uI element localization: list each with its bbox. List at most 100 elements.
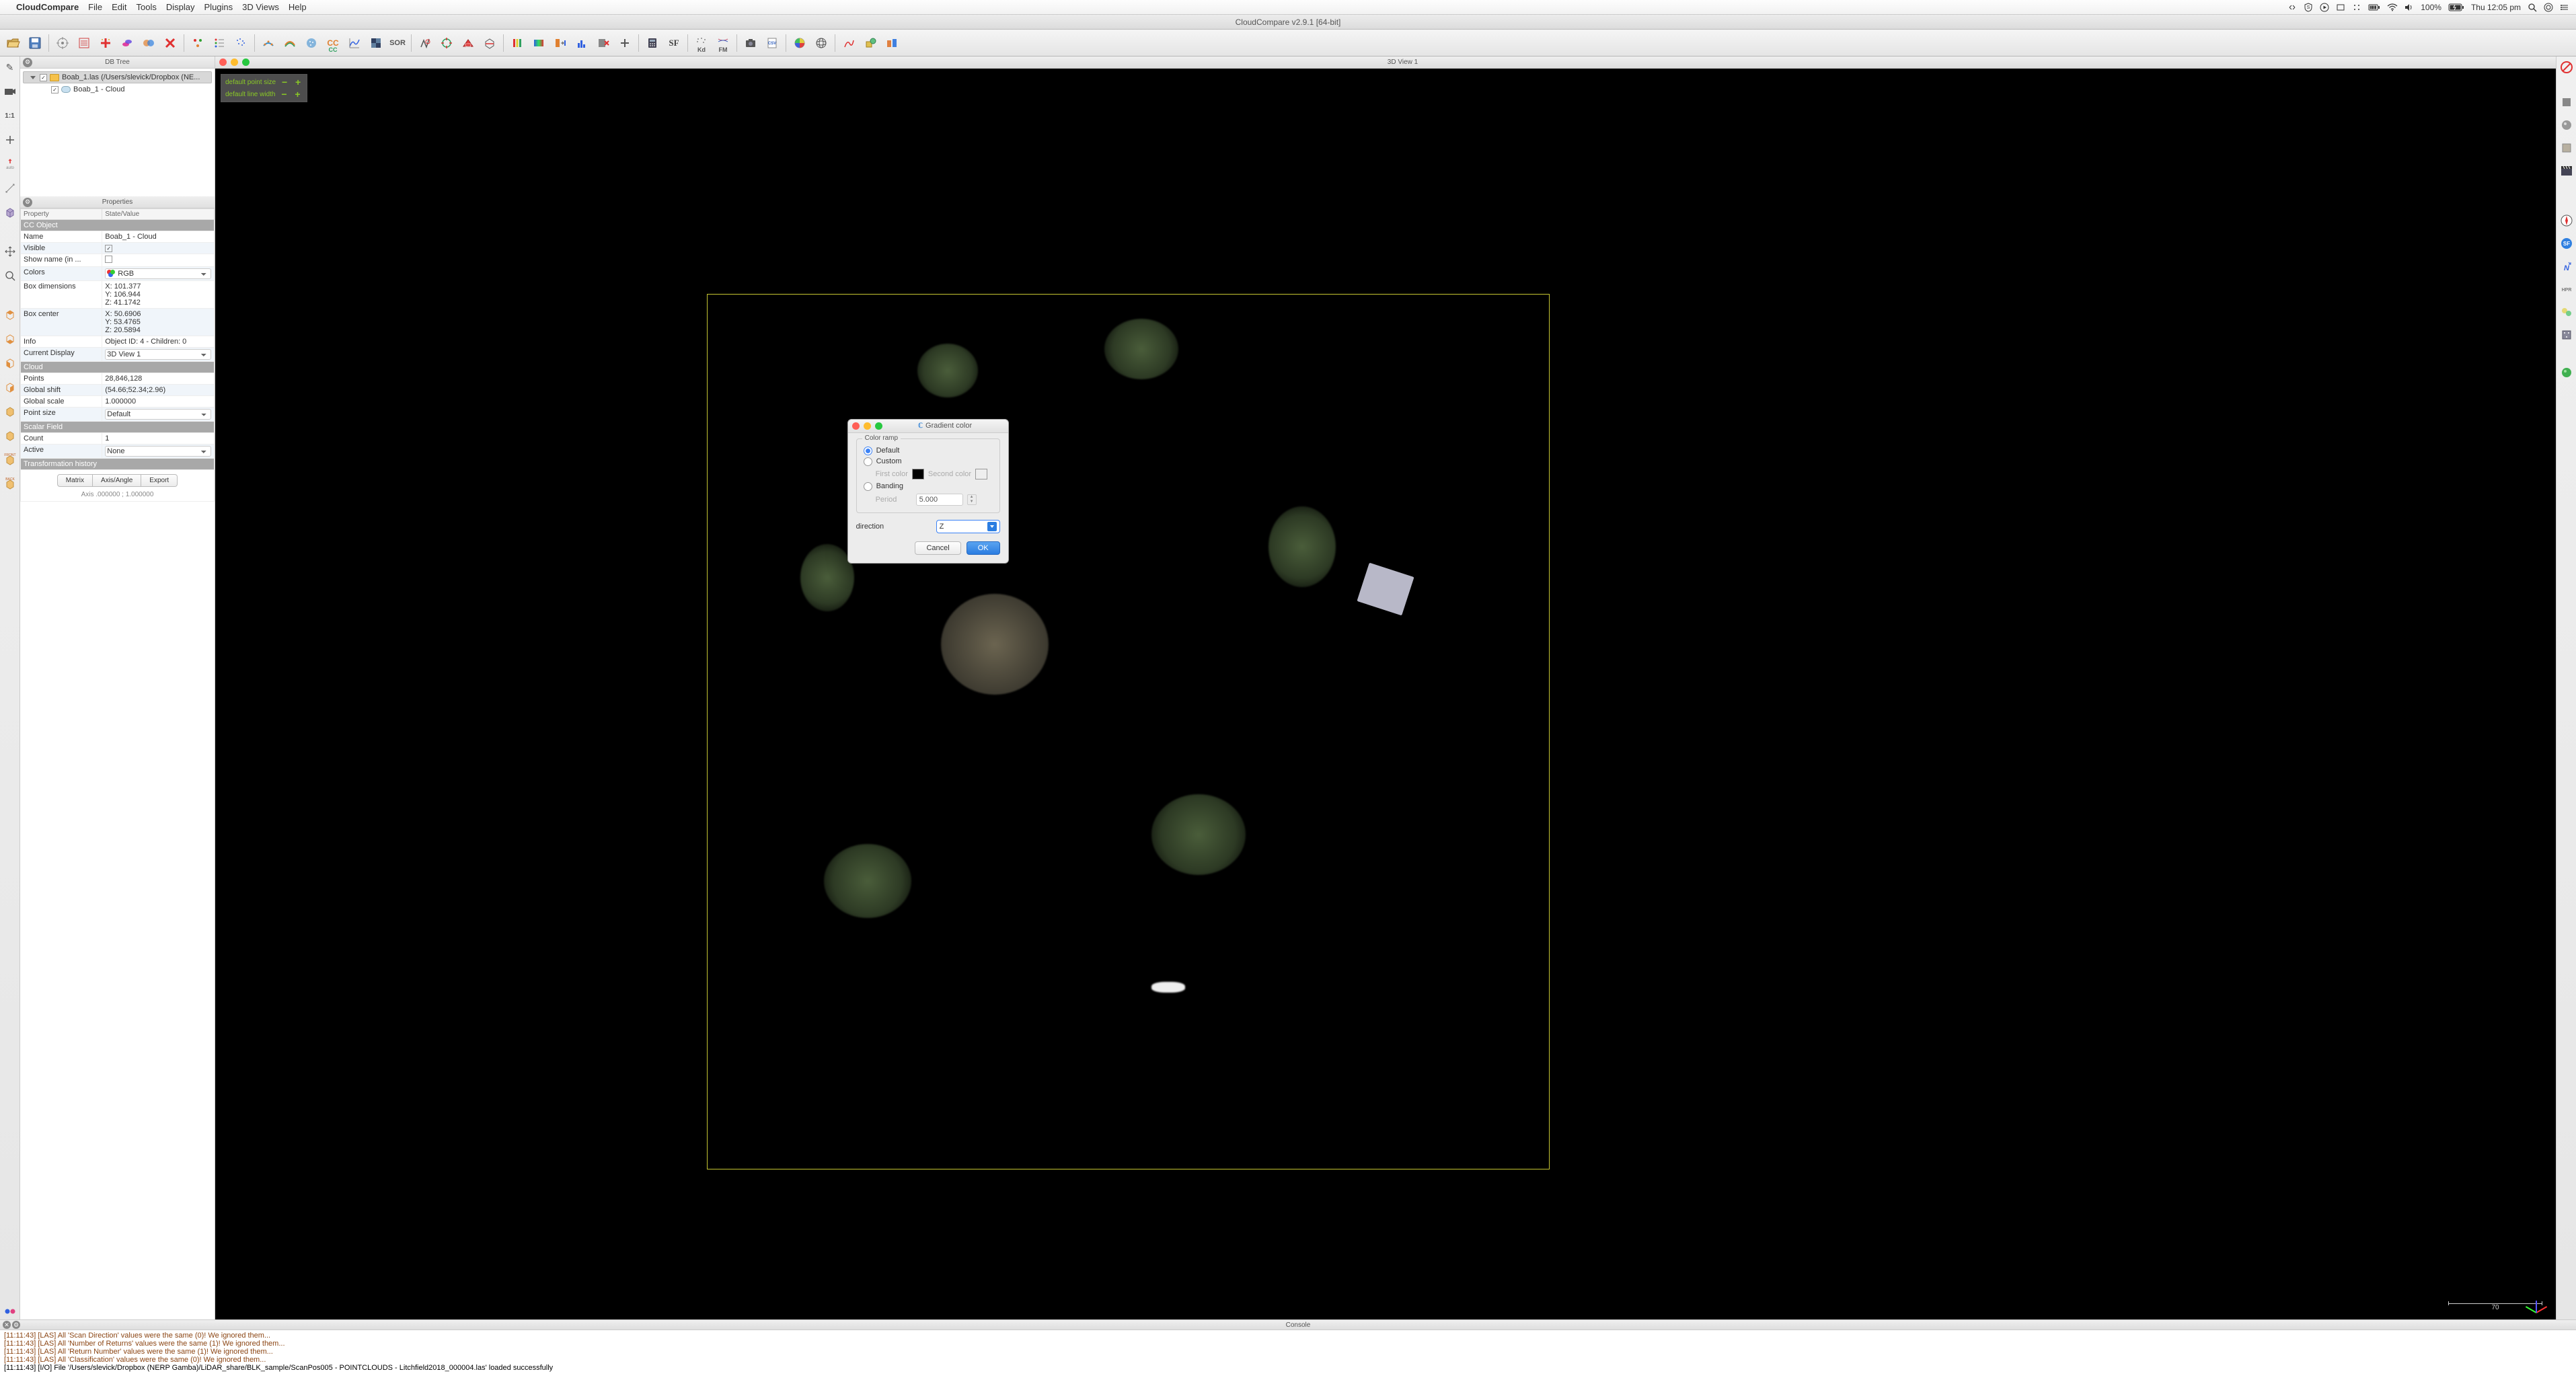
pointsize-plus-button[interactable]: +: [293, 77, 303, 87]
left-plus-icon[interactable]: [2, 132, 18, 148]
dialog-close-icon[interactable]: [852, 422, 860, 430]
tb-cross-section-icon[interactable]: [480, 34, 499, 52]
right-hpr-icon[interactable]: HPR: [2559, 281, 2575, 297]
db-tree-gear-icon[interactable]: ⚙: [23, 58, 32, 67]
tb-add-sf-icon[interactable]: [615, 34, 634, 52]
left-auto-icon[interactable]: auto: [2, 156, 18, 172]
radio-banding[interactable]: [864, 482, 872, 491]
status-spotlight-icon[interactable]: [2528, 3, 2537, 12]
tab-export[interactable]: Export: [141, 474, 178, 487]
right-m3c2-icon[interactable]: [2559, 304, 2575, 320]
tb-segment-icon[interactable]: [416, 34, 434, 52]
right-canupo-icon[interactable]: [2559, 327, 2575, 343]
tb-kd-icon[interactable]: Kd: [692, 34, 711, 52]
menu-help[interactable]: Help: [289, 2, 307, 12]
tb-csv-icon[interactable]: CSV: [763, 34, 782, 52]
status-shield-icon[interactable]: S: [2304, 3, 2313, 12]
prop-colors-select[interactable]: RGB: [105, 268, 211, 279]
period-input[interactable]: [916, 494, 963, 506]
status-box-icon[interactable]: [2336, 3, 2345, 12]
menu-display[interactable]: Display: [166, 2, 195, 12]
tb-translate-icon[interactable]: [437, 34, 456, 52]
cancel-button[interactable]: Cancel: [915, 541, 960, 555]
tb-merge-icon[interactable]: [139, 34, 158, 52]
menu-3dviews[interactable]: 3D Views: [242, 2, 279, 12]
tb-primitive-icon[interactable]: [861, 34, 880, 52]
console[interactable]: [11:11:43] [LAS] All 'Scan Direction' va…: [0, 1330, 2576, 1384]
right-compass-icon[interactable]: [2559, 213, 2575, 229]
left-view-front-icon[interactable]: FRONT: [2, 452, 18, 468]
prop-active-select[interactable]: None: [105, 446, 211, 457]
left-camera-icon[interactable]: [2, 83, 18, 100]
left-move-icon[interactable]: [2, 243, 18, 260]
tb-stats-icon[interactable]: [345, 34, 364, 52]
right-shader-icon[interactable]: [2559, 94, 2575, 110]
dialog-minimize-icon[interactable]: [864, 422, 871, 430]
right-material-icon[interactable]: [2559, 117, 2575, 133]
left-view-iso2-icon[interactable]: [2, 428, 18, 444]
tb-convert-sf-icon[interactable]: [551, 34, 570, 52]
prop-psize-select[interactable]: Default: [105, 409, 211, 420]
status-menu-icon[interactable]: [2560, 3, 2569, 12]
tb-sf-text-icon[interactable]: SF: [665, 34, 683, 52]
tb-histogram-icon[interactable]: [572, 34, 591, 52]
tb-globe-icon[interactable]: [812, 34, 831, 52]
radio-custom-row[interactable]: Custom: [864, 457, 993, 466]
menu-file[interactable]: File: [88, 2, 102, 12]
right-clapper-icon[interactable]: [2559, 163, 2575, 179]
console-gear-icon[interactable]: ⚙: [12, 1321, 20, 1329]
tb-save-icon[interactable]: [26, 34, 44, 52]
tb-align-icon[interactable]: [259, 34, 278, 52]
tb-filter-sf-icon[interactable]: [508, 34, 527, 52]
menu-plugins[interactable]: Plugins: [204, 2, 233, 12]
tree-root-row[interactable]: ✓ Boab_1.las (/Users/slevick/Dropbox (NE…: [23, 71, 212, 83]
left-view-left-icon[interactable]: [2, 355, 18, 371]
left-zoom-icon[interactable]: [2, 268, 18, 284]
left-view-bottom-icon[interactable]: [2, 331, 18, 347]
tb-compare-icon[interactable]: [882, 34, 901, 52]
right-n-arrow-icon[interactable]: N: [2559, 258, 2575, 274]
status-sync-icon[interactable]: [2287, 3, 2297, 12]
tb-gradient-sf-icon[interactable]: [529, 34, 548, 52]
radio-default-row[interactable]: Default: [864, 447, 993, 455]
tb-colorwheel-icon[interactable]: [790, 34, 809, 52]
tb-delete-icon[interactable]: [161, 34, 180, 52]
app-name[interactable]: CloudCompare: [16, 2, 79, 12]
tb-crop-icon[interactable]: [459, 34, 478, 52]
radio-custom[interactable]: [864, 457, 872, 466]
left-view-right-icon[interactable]: [2, 379, 18, 395]
status-wifi-icon[interactable]: [2387, 3, 2398, 11]
tb-fm-icon[interactable]: FM: [714, 34, 732, 52]
viewport-3d[interactable]: default point size − + default line widt…: [215, 69, 2556, 1319]
properties-panel[interactable]: PropertyState/Value CC Object NameBoab_1…: [20, 208, 215, 1319]
second-color-swatch[interactable]: [975, 469, 987, 479]
first-color-swatch[interactable]: [912, 469, 924, 479]
tb-pointpick-icon[interactable]: [188, 34, 207, 52]
tb-cc-icon[interactable]: CCCC: [324, 34, 342, 52]
linewidth-minus-button[interactable]: −: [280, 89, 289, 99]
linewidth-plus-button[interactable]: +: [293, 89, 303, 99]
view-minimize-icon[interactable]: [231, 59, 238, 66]
tree-child-row[interactable]: ✓ Boab_1 - Cloud: [23, 83, 212, 95]
tb-delete-sf-icon[interactable]: [594, 34, 613, 52]
right-gl-icon[interactable]: [2559, 140, 2575, 156]
status-clock[interactable]: Thu 12:05 pm: [2471, 3, 2521, 12]
tb-sor-icon[interactable]: SOR: [388, 34, 407, 52]
right-sphere-green-icon[interactable]: [2559, 364, 2575, 381]
prop-visible-checkbox[interactable]: ✓: [105, 245, 112, 252]
status-battery-icon[interactable]: [2448, 3, 2464, 11]
menu-tools[interactable]: Tools: [137, 2, 157, 12]
left-view-back-icon[interactable]: BACK: [2, 476, 18, 492]
tb-open-icon[interactable]: [4, 34, 23, 52]
radio-banding-row[interactable]: Banding: [864, 482, 993, 491]
left-view-top-icon[interactable]: [2, 307, 18, 323]
left-pencil-icon[interactable]: ✎: [2, 59, 18, 75]
tb-curve-icon[interactable]: [839, 34, 858, 52]
ok-button[interactable]: OK: [967, 541, 1000, 555]
pointsize-minus-button[interactable]: −: [280, 77, 289, 87]
tb-clone-icon[interactable]: [118, 34, 137, 52]
period-spinner[interactable]: ▲▼: [967, 494, 977, 505]
status-play-icon[interactable]: [2320, 3, 2329, 12]
prop-showname-checkbox[interactable]: [105, 256, 112, 263]
tb-camera-icon[interactable]: [741, 34, 760, 52]
